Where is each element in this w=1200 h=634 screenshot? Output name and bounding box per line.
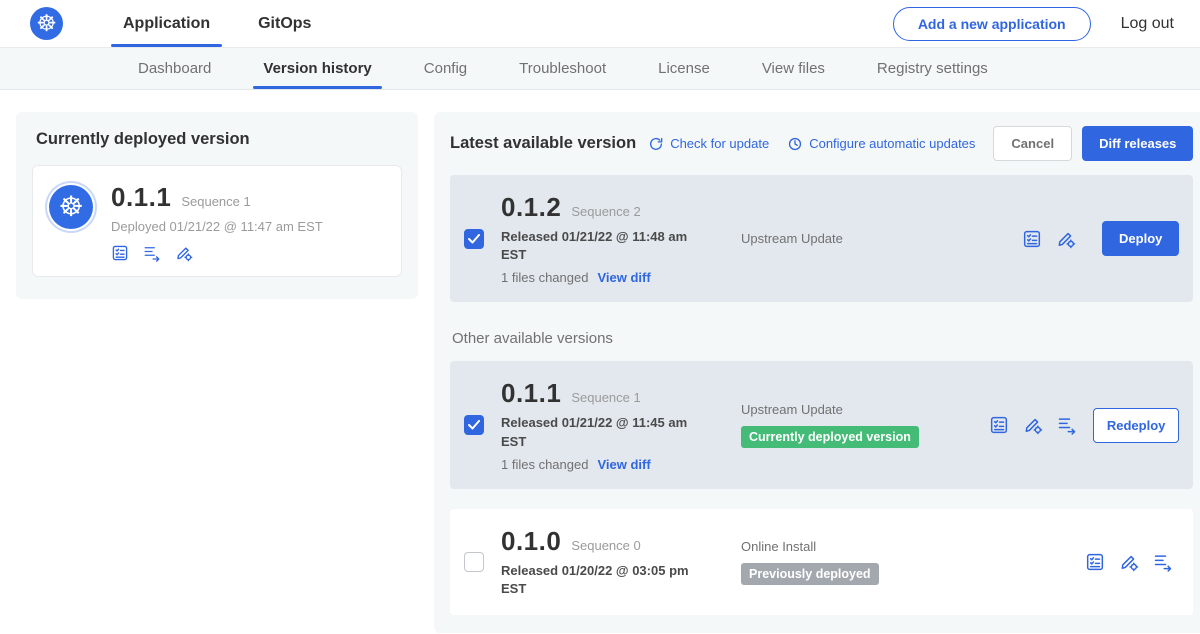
source-label: Upstream Update <box>741 231 1022 246</box>
version-row-0-1-0: 0.1.0 Sequence 0 Released 01/20/22 @ 03:… <box>450 509 1193 615</box>
app-subnav: Dashboard Version history Config Trouble… <box>0 48 1200 90</box>
subnav-view-files[interactable]: View files <box>736 48 851 89</box>
edit-config-icon[interactable] <box>1056 229 1076 249</box>
deployed-version-number: 0.1.1 <box>111 182 171 213</box>
version-number: 0.1.0 <box>501 526 561 557</box>
version-select-checkbox[interactable] <box>464 552 484 572</box>
version-source: Online Install Previously deployed <box>705 539 1085 585</box>
row-actions <box>1085 552 1173 572</box>
checkmark-icon <box>468 234 480 244</box>
subnav-config[interactable]: Config <box>398 48 493 89</box>
release-notes-icon[interactable] <box>989 415 1009 435</box>
cancel-button[interactable]: Cancel <box>993 126 1072 161</box>
deployed-version-info: 0.1.1 Sequence 1 Deployed 01/21/22 @ 11:… <box>111 182 323 262</box>
add-new-application-button[interactable]: Add a new application <box>893 7 1091 41</box>
edit-config-icon[interactable] <box>175 244 193 262</box>
version-select-checkbox[interactable] <box>464 229 484 249</box>
subnav-license[interactable]: License <box>632 48 736 89</box>
view-logs-icon[interactable] <box>143 244 161 262</box>
top-header: ☸ Application GitOps Add a new applicati… <box>0 0 1200 48</box>
version-history-panel: Latest available version Check for updat… <box>434 112 1200 633</box>
version-number: 0.1.1 <box>501 378 561 409</box>
tab-application-label: Application <box>123 15 210 33</box>
release-notes-icon[interactable] <box>1085 552 1105 572</box>
version-source: Upstream Update Currently deployed versi… <box>705 402 989 448</box>
row-spacer <box>450 489 1193 509</box>
currently-deployed-badge: Currently deployed version <box>741 426 919 448</box>
latest-version-title: Latest available version <box>450 134 636 153</box>
check-for-update-link[interactable]: Check for update <box>648 136 769 152</box>
deployed-timestamp: Deployed 01/21/22 @ 11:47 am EST <box>111 219 323 234</box>
release-notes-icon[interactable] <box>1022 229 1042 249</box>
sequence-label: Sequence 1 <box>571 390 640 405</box>
deployed-actions <box>111 244 323 262</box>
version-row-0-1-2: 0.1.2 Sequence 2 Released 01/21/22 @ 11:… <box>450 175 1193 302</box>
version-source: Upstream Update <box>705 231 1022 246</box>
subnav-troubleshoot[interactable]: Troubleshoot <box>493 48 632 89</box>
deployed-version-card: ☸ 0.1.1 Sequence 1 Deployed 01/21/22 @ 1… <box>32 165 402 277</box>
version-info: 0.1.0 Sequence 0 Released 01/20/22 @ 03:… <box>501 526 705 598</box>
redeploy-button[interactable]: Redeploy <box>1093 408 1180 443</box>
helm-wheel-icon: ☸ <box>58 193 83 221</box>
helm-wheel-icon: ☸ <box>36 12 57 35</box>
sequence-label: Sequence 0 <box>571 538 640 553</box>
version-select-checkbox[interactable] <box>464 415 484 435</box>
deployed-sequence-label: Sequence 1 <box>181 194 250 209</box>
view-logs-icon[interactable] <box>1057 415 1077 435</box>
released-timestamp: Released 01/21/22 @ 11:45 am EST <box>501 414 697 450</box>
sequence-label: Sequence 2 <box>571 204 640 219</box>
edit-config-icon[interactable] <box>1119 552 1139 572</box>
refresh-icon <box>648 136 664 152</box>
configure-automatic-updates-label: Configure automatic updates <box>809 136 975 151</box>
view-diff-link[interactable]: View diff <box>597 270 650 285</box>
version-number: 0.1.2 <box>501 192 561 223</box>
latest-version-header: Latest available version Check for updat… <box>450 126 1193 161</box>
app-icon: ☸ <box>49 185 93 229</box>
view-diff-link[interactable]: View diff <box>597 457 650 472</box>
deployed-panel-title: Currently deployed version <box>36 130 398 149</box>
subnav-registry-settings[interactable]: Registry settings <box>851 48 1014 89</box>
release-notes-icon[interactable] <box>111 244 129 262</box>
files-changed-label: 1 files changed <box>501 270 588 285</box>
kubernetes-logo: ☸ <box>30 7 63 40</box>
version-row-0-1-1: 0.1.1 Sequence 1 Released 01/21/22 @ 11:… <box>450 361 1193 488</box>
tab-gitops[interactable]: GitOps <box>234 0 335 47</box>
version-info: 0.1.2 Sequence 2 Released 01/21/22 @ 11:… <box>501 192 705 285</box>
source-label: Online Install <box>741 539 1085 554</box>
row-actions <box>989 415 1077 435</box>
row-actions <box>1022 229 1076 249</box>
logout-link[interactable]: Log out <box>1121 15 1174 33</box>
top-nav: Application GitOps <box>99 0 335 47</box>
check-for-update-label: Check for update <box>670 136 769 151</box>
view-logs-icon[interactable] <box>1153 552 1173 572</box>
deploy-button[interactable]: Deploy <box>1102 221 1179 256</box>
main-content: Currently deployed version ☸ 0.1.1 Seque… <box>0 90 1200 634</box>
kots-admin-console: ☸ Application GitOps Add a new applicati… <box>0 0 1200 634</box>
tab-gitops-label: GitOps <box>258 15 311 33</box>
configure-automatic-updates-link[interactable]: Configure automatic updates <box>787 136 975 152</box>
clock-icon <box>787 136 803 152</box>
subnav-dashboard[interactable]: Dashboard <box>112 48 237 89</box>
released-timestamp: Released 01/21/22 @ 11:48 am EST <box>501 228 697 264</box>
edit-config-icon[interactable] <box>1023 415 1043 435</box>
tab-application[interactable]: Application <box>99 0 234 47</box>
subnav-version-history[interactable]: Version history <box>237 48 397 89</box>
version-info: 0.1.1 Sequence 1 Released 01/21/22 @ 11:… <box>501 378 705 471</box>
diff-releases-button[interactable]: Diff releases <box>1082 126 1193 161</box>
other-versions-title: Other available versions <box>452 330 1191 347</box>
files-changed-label: 1 files changed <box>501 457 588 472</box>
checkmark-icon <box>468 420 480 430</box>
currently-deployed-panel: Currently deployed version ☸ 0.1.1 Seque… <box>16 112 418 299</box>
previously-deployed-badge: Previously deployed <box>741 563 879 585</box>
released-timestamp: Released 01/20/22 @ 03:05 pm EST <box>501 562 697 598</box>
source-label: Upstream Update <box>741 402 989 417</box>
